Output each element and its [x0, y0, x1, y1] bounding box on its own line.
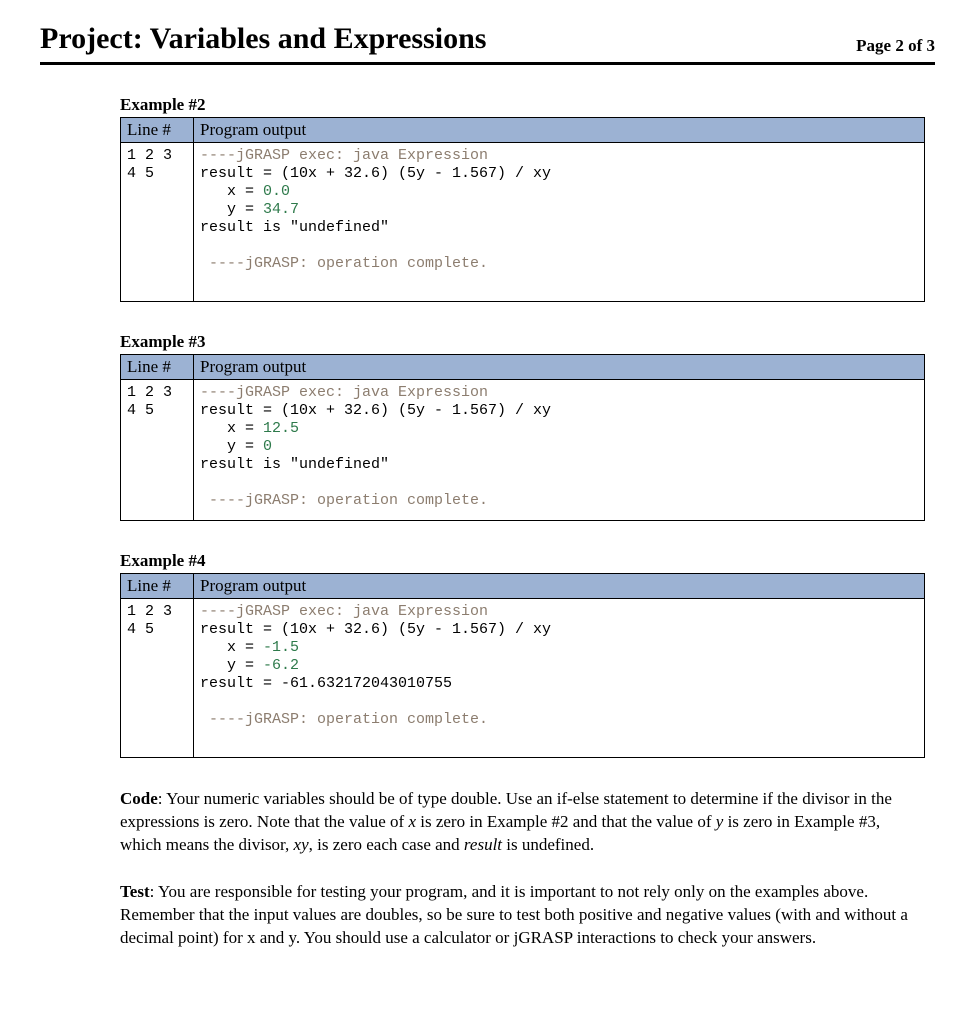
jgrasp-exec-prefix: ---- — [200, 603, 236, 620]
result-line: result is "undefined" — [200, 456, 389, 473]
result-line: result = -61.632172043010755 — [200, 675, 452, 692]
trailing-line — [200, 729, 209, 746]
test-label: Test — [120, 882, 150, 901]
jgrasp-exec-prefix: ---- — [200, 384, 236, 401]
result-expression: result = (10x + 32.6) (5y - 1.567) / xy — [200, 621, 551, 638]
test-text: You are responsible for testing your pro… — [120, 882, 908, 947]
example-table: Line # Program output 1 2 3 4 5 ----jGRA… — [120, 573, 925, 758]
y-value: 0 — [263, 438, 272, 455]
y-value: -6.2 — [263, 657, 299, 674]
example-heading: Example #4 — [120, 551, 925, 571]
col-output: Program output — [194, 574, 925, 599]
var-xy: xy — [294, 835, 309, 854]
blank-line — [200, 474, 209, 491]
example-2: Example #2 Line # Program output 1 2 3 4… — [120, 95, 925, 302]
page-number: Page 2 of 3 — [856, 36, 935, 56]
table-row: 1 2 3 4 5 ----jGRASP exec: java Expressi… — [121, 143, 925, 302]
line-numbers: 1 2 3 4 5 — [121, 380, 194, 521]
trailing-line — [200, 273, 209, 290]
x-value: 0.0 — [263, 183, 290, 200]
program-output: ----jGRASP exec: java Expression result … — [194, 599, 925, 758]
jgrasp-exec-prefix: ---- — [200, 147, 236, 164]
sep: : — [150, 882, 158, 901]
y-label: y = — [200, 438, 263, 455]
col-output: Program output — [194, 118, 925, 143]
code-label: Code — [120, 789, 158, 808]
line-numbers: 1 2 3 4 5 — [121, 599, 194, 758]
table-row: 1 2 3 4 5 ----jGRASP exec: java Expressi… — [121, 380, 925, 521]
jgrasp-exec-text: jGRASP exec: java Expression — [236, 147, 488, 164]
example-table: Line # Program output 1 2 3 4 5 ----jGRA… — [120, 117, 925, 302]
table-header-row: Line # Program output — [121, 574, 925, 599]
x-label: x = — [200, 639, 263, 656]
program-output: ----jGRASP exec: java Expression result … — [194, 143, 925, 302]
col-line: Line # — [121, 574, 194, 599]
col-line: Line # — [121, 118, 194, 143]
example-table: Line # Program output 1 2 3 4 5 ----jGRA… — [120, 354, 925, 521]
page-title: Project: Variables and Expressions — [40, 22, 486, 56]
t4: , is zero each case and — [309, 835, 464, 854]
jgrasp-done-text: jGRASP: operation complete. — [245, 492, 488, 509]
result-expression: result = (10x + 32.6) (5y - 1.567) / xy — [200, 165, 551, 182]
result-expression: result = (10x + 32.6) (5y - 1.567) / xy — [200, 402, 551, 419]
example-4: Example #4 Line # Program output 1 2 3 4… — [120, 551, 925, 758]
example-heading: Example #3 — [120, 332, 925, 352]
col-output: Program output — [194, 355, 925, 380]
x-label: x = — [200, 183, 263, 200]
jgrasp-exec-text: jGRASP exec: java Expression — [236, 603, 488, 620]
page-header: Project: Variables and Expressions Page … — [40, 22, 935, 65]
blank-line — [200, 693, 209, 710]
example-3: Example #3 Line # Program output 1 2 3 4… — [120, 332, 925, 521]
var-result: result — [464, 835, 502, 854]
code-paragraph: Code: Your numeric variables should be o… — [120, 788, 925, 857]
result-line: result is "undefined" — [200, 219, 389, 236]
jgrasp-done-text: jGRASP: operation complete. — [245, 711, 488, 728]
x-value: 12.5 — [263, 420, 299, 437]
x-value: -1.5 — [263, 639, 299, 656]
t5: is undefined. — [502, 835, 594, 854]
y-label: y = — [200, 201, 263, 218]
col-line: Line # — [121, 355, 194, 380]
y-value: 34.7 — [263, 201, 299, 218]
y-label: y = — [200, 657, 263, 674]
jgrasp-done-prefix: ---- — [200, 255, 245, 272]
table-header-row: Line # Program output — [121, 118, 925, 143]
sep: : — [158, 789, 166, 808]
jgrasp-done-prefix: ---- — [200, 711, 245, 728]
jgrasp-exec-text: jGRASP exec: java Expression — [236, 384, 488, 401]
program-output: ----jGRASP exec: java Expression result … — [194, 380, 925, 521]
t2: is zero in Example #2 and that the value… — [416, 812, 716, 831]
example-heading: Example #2 — [120, 95, 925, 115]
page-content: Example #2 Line # Program output 1 2 3 4… — [120, 95, 925, 950]
jgrasp-done-text: jGRASP: operation complete. — [245, 255, 488, 272]
jgrasp-done-prefix: ---- — [200, 492, 245, 509]
table-header-row: Line # Program output — [121, 355, 925, 380]
table-row: 1 2 3 4 5 ----jGRASP exec: java Expressi… — [121, 599, 925, 758]
test-paragraph: Test: You are responsible for testing yo… — [120, 881, 925, 950]
line-numbers: 1 2 3 4 5 — [121, 143, 194, 302]
var-x: x — [408, 812, 416, 831]
blank-line — [200, 237, 209, 254]
x-label: x = — [200, 420, 263, 437]
